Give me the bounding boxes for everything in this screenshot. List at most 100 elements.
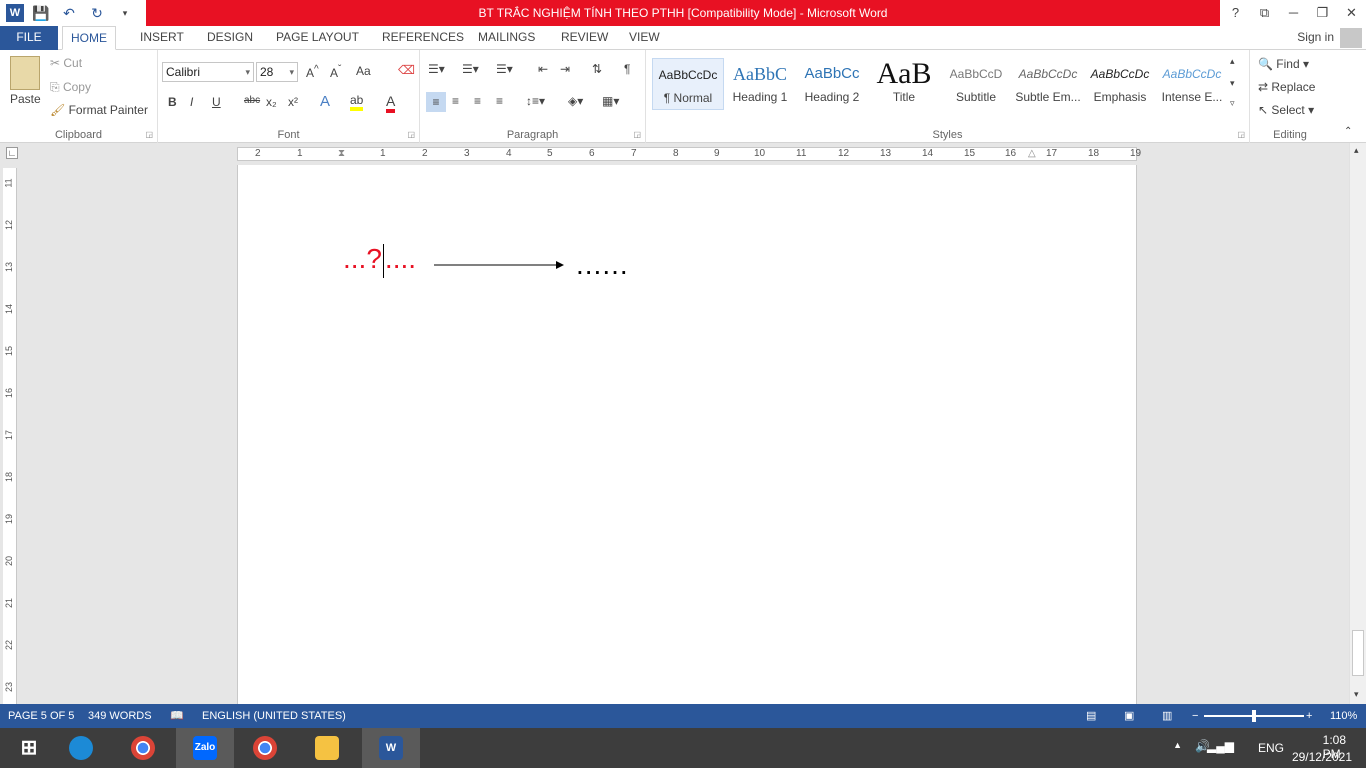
change-case-button[interactable]: Aa [356,64,371,78]
redo-icon[interactable]: ↻ [86,2,108,24]
tab-file[interactable]: FILE [0,26,58,50]
save-icon[interactable]: 💾 [30,2,52,24]
text-effects-icon[interactable]: A [320,93,330,110]
multilevel-list-icon[interactable]: ☰▾ [496,62,513,76]
right-indent-icon[interactable]: △ [1028,148,1036,160]
increase-indent-icon[interactable]: ⇥ [560,62,570,76]
sign-in-link[interactable]: Sign in [1297,30,1334,44]
clear-formatting-icon[interactable]: ⌫ [398,63,415,77]
ribbon-display-options-icon[interactable]: ⧉ [1250,0,1279,26]
close-button[interactable]: ✕ [1337,0,1366,26]
style-subtle-emphasis[interactable]: AaBbCcDc Subtle Em... [1012,58,1084,110]
shading-icon[interactable]: ◈▾ [568,94,583,108]
show-marks-icon[interactable]: ¶ [624,62,630,76]
font-color-icon[interactable]: A [386,93,396,113]
restore-button[interactable]: ❐ [1308,0,1337,26]
print-layout-icon[interactable]: ▣ [1124,704,1134,728]
align-left-icon[interactable]: ≡ [426,92,446,112]
proofing-icon[interactable]: 📖 [170,704,184,728]
network-icon[interactable]: ▂▄▆ [1207,739,1234,753]
tab-references[interactable]: REFERENCES [374,26,472,50]
horizontal-ruler[interactable]: 2 1 1 2 3 4 5 6 7 8 9 10 11 12 13 14 15 … [237,147,1141,161]
equation-right[interactable]: ...... [576,249,629,281]
styles-scroll-down-icon[interactable]: ▾ [1230,78,1235,89]
line-spacing-icon[interactable]: ↕≡▾ [526,94,545,108]
style-subtitle[interactable]: AaBbCcD Subtitle [940,58,1012,110]
collapse-ribbon-icon[interactable]: ⌃ [1344,126,1352,137]
styles-scroll-up-icon[interactable]: ▴ [1230,56,1235,67]
zoom-level[interactable]: 110% [1330,704,1357,728]
decrease-indent-icon[interactable]: ⇤ [538,62,548,76]
start-button[interactable]: ⊞ [0,728,58,768]
styles-dialog-launcher-icon[interactable]: ◲ [1237,130,1245,139]
page-indicator[interactable]: PAGE 5 OF 5 [8,704,74,728]
numbering-icon[interactable]: ☰▾ [462,62,479,76]
word-logo-icon[interactable]: W [6,4,24,22]
tab-selector-icon[interactable]: ∟ [6,147,18,159]
font-dialog-launcher-icon[interactable]: ◲ [407,130,415,139]
replace-button[interactable]: ⇄ Replace [1258,80,1315,94]
paste-icon[interactable] [10,56,40,90]
style-emphasis[interactable]: AaBbCcDc Emphasis [1084,58,1156,110]
taskbar-chrome-profile[interactable] [236,728,294,768]
vertical-ruler[interactable]: 11 12 13 14 15 16 17 18 19 20 21 22 23 [3,168,17,704]
highlight-icon[interactable]: ab [350,93,364,111]
paragraph-dialog-launcher-icon[interactable]: ◲ [633,130,641,139]
shrink-font-icon[interactable]: Aˇ [330,64,341,80]
zoom-in-icon[interactable]: + [1306,704,1312,728]
taskbar-zalo[interactable]: Zalo [176,728,234,768]
grow-font-icon[interactable]: A^ [306,64,319,80]
borders-icon[interactable]: ▦▾ [602,94,619,108]
bullets-icon[interactable]: ☰▾ [428,62,445,76]
help-button[interactable]: ? [1221,0,1250,26]
minimize-button[interactable]: ─ [1279,0,1308,26]
document-page[interactable]: ...?.... ...... [237,165,1137,704]
language-indicator[interactable]: ENGLISH (UNITED STATES) [202,704,346,728]
clock-date[interactable]: 29/12/2021 [1292,750,1352,764]
tab-review[interactable]: REVIEW [553,26,616,50]
scroll-down-icon[interactable]: ▾ [1354,689,1359,700]
italic-icon[interactable]: I [190,95,193,109]
paste-button[interactable]: Paste [10,92,41,106]
font-name-combo[interactable]: Calibri [162,62,254,82]
zoom-slider-thumb[interactable] [1252,710,1256,722]
style-heading-2[interactable]: AaBbCc Heading 2 [796,58,868,110]
select-button[interactable]: ↖ Select ▾ [1258,103,1314,117]
style-normal[interactable]: AaBbCcDc ¶ Normal [652,58,724,110]
strikethrough-icon[interactable]: abc [244,95,260,106]
customize-qat-icon[interactable]: ▾ [114,2,136,24]
justify-icon[interactable]: ≡ [496,94,503,108]
tray-overflow-icon[interactable]: ▲ [1173,740,1182,750]
word-count[interactable]: 349 WORDS [88,704,152,728]
subscript-icon[interactable]: x₂ [266,95,277,109]
underline-icon[interactable]: U [212,95,221,109]
style-heading-1[interactable]: AaBbC Heading 1 [724,58,796,110]
align-right-icon[interactable]: ≡ [474,94,481,108]
font-size-combo[interactable]: 28 [256,62,298,82]
taskbar-word[interactable]: W [362,728,420,768]
avatar[interactable] [1340,28,1362,48]
reaction-arrow-icon[interactable] [434,259,566,271]
tab-page-layout[interactable]: PAGE LAYOUT [268,26,367,50]
tab-design[interactable]: DESIGN [199,26,261,50]
copy-button[interactable]: ⎘ Copy [50,80,91,95]
tab-view[interactable]: VIEW [621,26,668,50]
styles-more-icon[interactable]: ▿ [1230,98,1235,109]
superscript-icon[interactable]: x² [288,95,298,109]
format-painter-button[interactable]: 🖌 Format Painter [50,103,148,117]
bold-icon[interactable]: B [168,95,177,109]
style-title[interactable]: AaB Title [868,58,940,110]
scroll-up-icon[interactable]: ▴ [1354,145,1359,156]
input-language[interactable]: ENG [1258,741,1284,755]
taskbar-file-explorer[interactable] [298,728,356,768]
zoom-out-icon[interactable]: − [1192,704,1198,728]
taskbar-chrome[interactable] [114,728,172,768]
taskbar-edge[interactable] [52,728,110,768]
center-icon[interactable]: ≡ [452,94,459,108]
tab-mailings[interactable]: MAILINGS [470,26,543,50]
tab-home[interactable]: HOME [62,26,116,50]
vertical-scrollbar[interactable]: ▴ ▾ [1349,143,1366,704]
find-button[interactable]: 🔍 Find ▾ [1258,57,1309,71]
read-mode-icon[interactable]: ▤ [1086,704,1096,728]
equation-left[interactable]: ...?.... [343,243,416,278]
